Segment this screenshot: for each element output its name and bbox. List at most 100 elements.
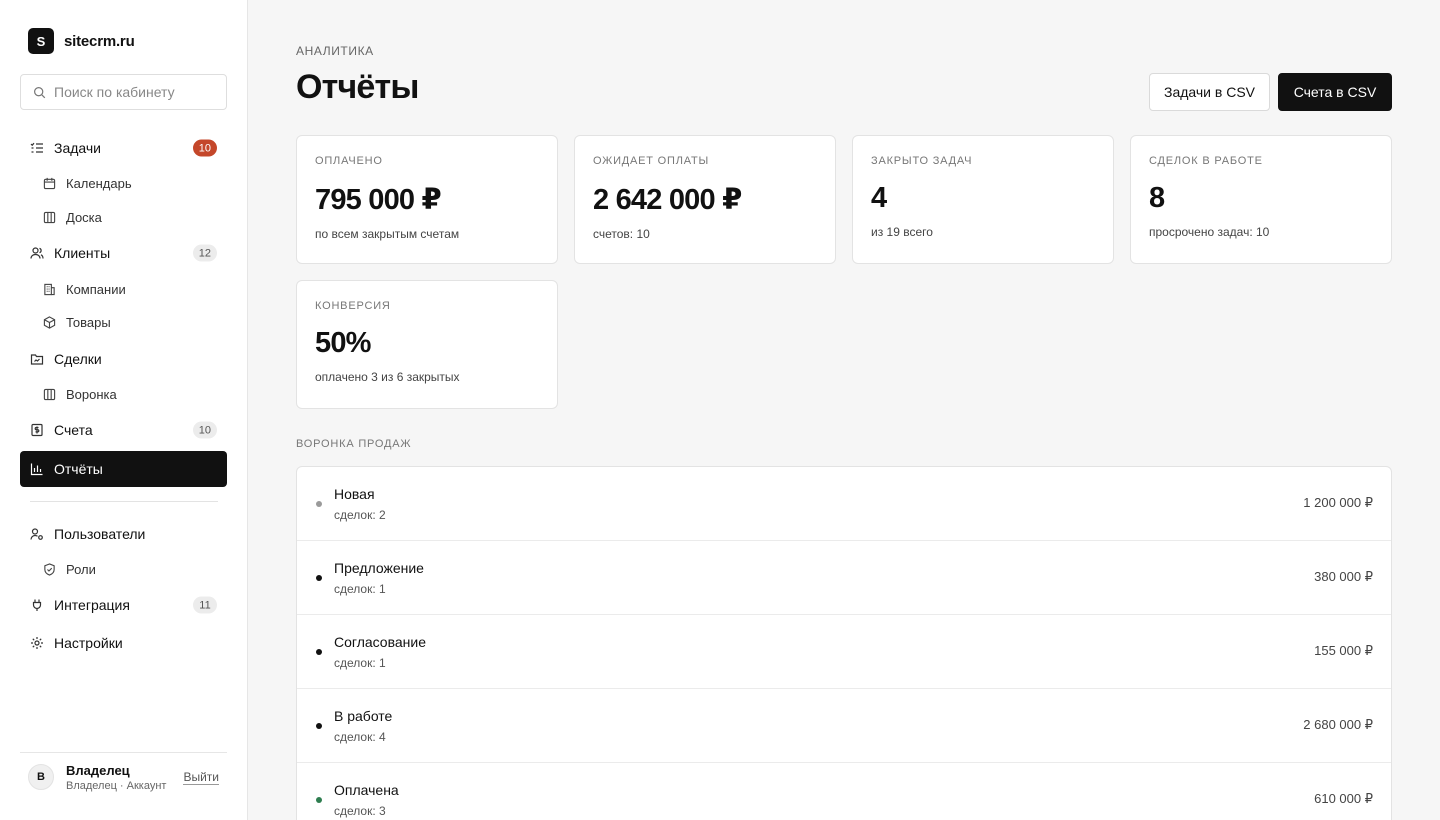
brand[interactable]: S sitecrm.ru <box>28 28 135 54</box>
funnel-stage-row[interactable]: Новая сделок: 2 1 200 000 ₽ <box>297 467 1391 541</box>
stat-label: ОПЛАЧЕНО <box>315 155 383 167</box>
stage-deal-count: сделок: 4 <box>334 730 386 744</box>
stat-card-awaiting-payment: ОЖИДАЕТ ОПЛАТЫ 2 642 000 ₽ счетов: 10 <box>574 135 836 264</box>
user-panel: В Владелец Владелец · Аккаунт Выйти <box>28 762 227 792</box>
user-divider <box>20 752 227 753</box>
users-icon <box>30 246 44 260</box>
bar-chart-icon <box>30 462 44 476</box>
sidebar-item-invoices[interactable]: Счета 10 <box>20 412 227 448</box>
stage-deal-count: сделок: 1 <box>334 656 386 670</box>
invoice-icon <box>30 423 44 437</box>
stat-caption: счетов: 10 <box>593 227 650 241</box>
sidebar-item-tasks[interactable]: Задачи 10 <box>20 130 227 166</box>
stage-amount: 380 000 ₽ <box>1314 569 1373 584</box>
sidebar-item-label: Задачи <box>54 140 102 156</box>
stage-amount: 2 680 000 ₽ <box>1303 717 1373 732</box>
sidebar: S sitecrm.ru Задачи 10 Календарь Доска К… <box>0 0 248 820</box>
shield-check-icon <box>42 562 56 576</box>
avatar[interactable]: В <box>28 764 54 790</box>
stat-value: 795 000 ₽ <box>315 184 442 216</box>
stat-card-conversion: КОНВЕРСИЯ 50% оплачено 3 из 6 закрытых <box>296 280 558 409</box>
stat-caption: из 19 всего <box>871 225 933 239</box>
sidebar-item-products[interactable]: Товары <box>32 307 227 337</box>
stat-label: КОНВЕРСИЯ <box>315 300 391 312</box>
sidebar-divider <box>30 501 218 502</box>
stage-status-dot <box>316 723 322 729</box>
page-title: Отчёты <box>296 68 419 106</box>
sidebar-item-label: Доска <box>66 209 102 225</box>
search-box[interactable] <box>20 74 227 110</box>
brand-logo: S <box>28 28 54 54</box>
sidebar-item-label: Клиенты <box>54 245 111 261</box>
sidebar-item-companies[interactable]: Компании <box>32 274 227 304</box>
stage-deal-count: сделок: 3 <box>334 804 386 818</box>
calendar-icon <box>42 176 56 190</box>
stage-name: Предложение <box>334 560 424 576</box>
invoices-count-badge: 10 <box>192 421 217 439</box>
export-tasks-csv-button[interactable]: Задачи в CSV <box>1149 73 1270 111</box>
stat-card-closed-tasks: ЗАКРЫТО ЗАДАЧ 4 из 19 всего <box>852 135 1114 264</box>
folder-icon <box>30 352 44 366</box>
sidebar-item-calendar[interactable]: Календарь <box>32 168 227 198</box>
stage-amount: 610 000 ₽ <box>1314 791 1373 806</box>
sidebar-item-label: Роли <box>66 561 96 577</box>
stat-value: 2 642 000 ₽ <box>593 184 742 216</box>
sidebar-item-reports[interactable]: Отчёты <box>20 451 227 487</box>
sidebar-item-label: Календарь <box>66 175 132 191</box>
stage-name: В работе <box>334 708 393 724</box>
funnel-stage-row[interactable]: В работе сделок: 4 2 680 000 ₽ <box>297 689 1391 763</box>
funnel-stage-row[interactable]: Предложение сделок: 1 380 000 ₽ <box>297 541 1391 615</box>
logout-link[interactable]: Выйти <box>183 770 219 785</box>
integration-count-badge: 11 <box>193 596 217 614</box>
sidebar-item-label: Настройки <box>54 635 123 651</box>
stage-deal-count: сделок: 2 <box>334 508 386 522</box>
tasks-list-icon <box>30 141 44 155</box>
sidebar-item-label: Пользователи <box>54 526 146 542</box>
stat-caption: просрочено задач: 10 <box>1149 225 1270 239</box>
stat-label: ЗАКРЫТО ЗАДАЧ <box>871 155 973 167</box>
sidebar-item-settings[interactable]: Настройки <box>20 625 227 661</box>
sidebar-item-deals[interactable]: Сделки <box>20 341 227 377</box>
gear-icon <box>30 636 44 650</box>
sidebar-item-users[interactable]: Пользователи <box>20 516 227 552</box>
stage-name: Согласование <box>334 634 426 650</box>
stage-amount: 155 000 ₽ <box>1314 643 1373 658</box>
stat-card-paid: ОПЛАЧЕНО 795 000 ₽ по всем закрытым счет… <box>296 135 558 264</box>
funnel-stage-row[interactable]: Оплачена сделок: 3 610 000 ₽ <box>297 763 1391 820</box>
sidebar-item-label: Компании <box>66 281 126 297</box>
stat-label: СДЕЛОК В РАБОТЕ <box>1149 155 1263 167</box>
stat-value: 8 <box>1149 182 1165 214</box>
funnel-section-label: ВОРОНКА ПРОДАЖ <box>296 438 412 450</box>
export-invoices-csv-button[interactable]: Счета в CSV <box>1278 73 1392 111</box>
funnel-stage-row[interactable]: Согласование сделок: 1 155 000 ₽ <box>297 615 1391 689</box>
sidebar-item-label: Отчёты <box>54 461 103 477</box>
box-icon <box>42 315 56 329</box>
sidebar-item-clients[interactable]: Клиенты 12 <box>20 235 227 271</box>
plug-icon <box>30 598 44 612</box>
stage-status-dot <box>316 649 322 655</box>
clients-count-badge: 12 <box>192 244 217 262</box>
search-icon <box>34 86 46 98</box>
sales-funnel-list: Новая сделок: 2 1 200 000 ₽ Предложение … <box>296 466 1392 820</box>
user-settings-icon <box>30 527 44 541</box>
brand-name: sitecrm.ru <box>64 32 135 50</box>
user-role: Владелец · Аккаунт <box>66 779 167 792</box>
stage-amount: 1 200 000 ₽ <box>1303 495 1373 510</box>
breadcrumb: АНАЛИТИКА <box>296 44 374 58</box>
stat-caption: оплачено 3 из 6 закрытых <box>315 370 460 384</box>
search-input[interactable] <box>54 84 214 100</box>
board-columns-icon <box>42 210 56 224</box>
sidebar-item-integration[interactable]: Интеграция 11 <box>20 587 227 623</box>
sidebar-item-roles[interactable]: Роли <box>32 554 227 584</box>
sidebar-item-funnel[interactable]: Воронка <box>32 379 227 409</box>
stat-caption: по всем закрытым счетам <box>315 227 460 241</box>
sidebar-item-label: Сделки <box>54 351 102 367</box>
sidebar-item-board[interactable]: Доска <box>32 202 227 232</box>
tasks-count-badge: 10 <box>192 139 217 157</box>
stat-label: ОЖИДАЕТ ОПЛАТЫ <box>593 155 710 167</box>
stage-status-dot <box>316 575 322 581</box>
sidebar-item-label: Счета <box>54 422 93 438</box>
stage-status-dot <box>316 797 322 803</box>
sidebar-item-label: Интеграция <box>54 597 130 613</box>
stat-value: 4 <box>871 182 887 214</box>
